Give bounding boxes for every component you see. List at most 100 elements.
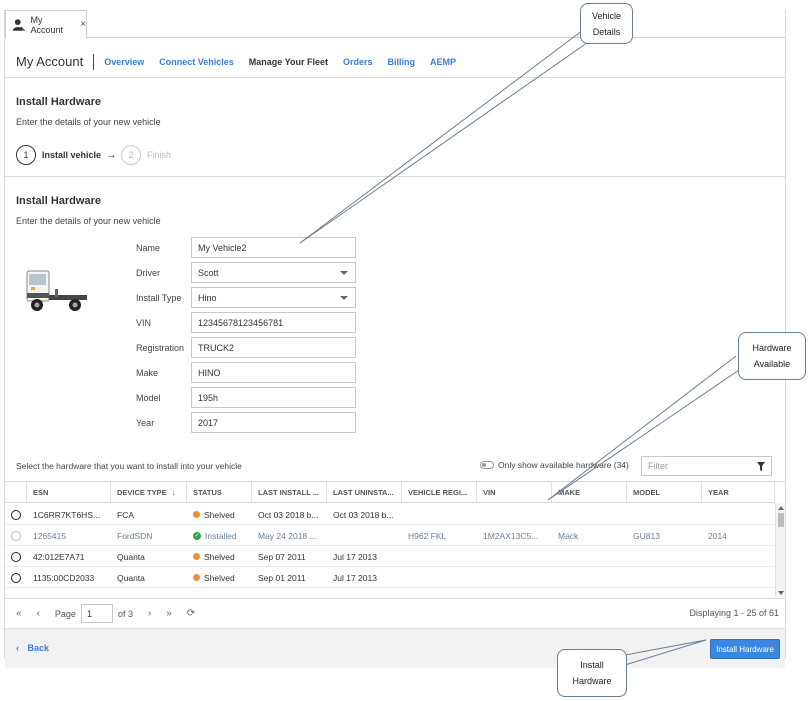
page-count: of 3 [117, 608, 133, 619]
name-label: Name [136, 242, 161, 253]
scrollbar-thumb[interactable] [778, 513, 784, 527]
header-model[interactable]: MODEL [627, 482, 702, 503]
table-row[interactable]: 1C6RR7KT6HS... FCA Shelved Oct 03 2018 b… [5, 504, 775, 525]
form-row-registration: Registration TRUCK2 [136, 337, 358, 358]
nav-manage-your-fleet[interactable]: Manage Your Fleet [249, 57, 328, 67]
cell-esn: 42:012E7A71 [33, 551, 85, 562]
install-type-value: Hino [198, 292, 217, 303]
header-status[interactable]: STATUS [187, 482, 252, 503]
cell-vin [477, 546, 552, 567]
page-title: My Account [16, 54, 95, 70]
grid-scrollbar[interactable] [775, 503, 785, 597]
prev-page-icon[interactable]: ‹ [37, 608, 40, 619]
cell-year [702, 567, 775, 588]
cell-last-install: Sep 07 2011 [258, 551, 306, 562]
close-icon[interactable]: × [80, 19, 86, 30]
header-year[interactable]: YEAR [702, 482, 775, 503]
header-select [5, 482, 27, 503]
nav-overview[interactable]: Overview [104, 57, 144, 67]
cell-registration [402, 567, 477, 588]
callout-hardware-line1: Hardware [752, 343, 792, 353]
cell-vin [477, 567, 552, 588]
check-circle-icon: ✓ [193, 531, 201, 540]
table-row[interactable]: 42:012E7A71 Quanta Shelved Sep 07 2011 J… [5, 546, 775, 567]
tab-my-account[interactable]: My Account × [5, 10, 87, 39]
table-row[interactable]: 1265415 FordSDN ✓ Installed May 24 2018 .… [5, 525, 775, 546]
status-text: Shelved [204, 551, 235, 562]
first-page-icon[interactable]: « [16, 608, 22, 619]
cell-status: Shelved [187, 567, 252, 588]
scroll-down-icon[interactable] [778, 591, 784, 595]
scroll-up-icon[interactable] [778, 506, 784, 510]
model-input[interactable]: 195h [191, 387, 356, 408]
name-input[interactable]: My Vehicle2 [191, 237, 356, 258]
cell-last-install: Sep 01 2011 [258, 572, 306, 583]
tab-label: My Account [30, 14, 63, 35]
cell-make [552, 546, 627, 567]
cell-esn: 1135:00CD2033 [33, 572, 95, 583]
cell-device-type: FCA [117, 509, 134, 520]
refresh-icon[interactable]: ⟳ [187, 608, 195, 619]
year-input[interactable]: 2017 [191, 412, 356, 433]
header-esn[interactable]: ESN [27, 482, 111, 503]
radio-button[interactable] [11, 572, 21, 583]
wizard-stepper: 1 Install vehicle → 2 Finish [16, 144, 171, 166]
registration-input[interactable]: TRUCK2 [191, 337, 356, 358]
cell-make [552, 504, 627, 525]
header-last-install[interactable]: LAST INSTALL ... [252, 482, 327, 503]
header-last-uninstall[interactable]: LAST UNINSTA... [327, 482, 402, 503]
radio-button[interactable] [11, 551, 21, 562]
vin-input[interactable]: 12345678123456781 [191, 312, 356, 333]
toggle-label: Only show available hardware (34) [498, 460, 629, 470]
header-device-type[interactable]: DEVICE TYPE ↓ [111, 482, 187, 503]
cell-device-type: FordSDN [117, 530, 153, 541]
cell-last-uninstall: Jul 17 2013 [333, 551, 377, 562]
user-icon [12, 18, 25, 31]
header-make[interactable]: MAKE [552, 482, 627, 503]
toggle-switch[interactable] [480, 461, 494, 469]
shelved-dot-icon [193, 553, 200, 560]
back-link[interactable]: ‹ Back [16, 643, 49, 653]
app-window: My Account × My Account Overview Connect… [4, 10, 786, 668]
header-vin[interactable]: VIN [477, 482, 552, 503]
radio-button[interactable] [11, 509, 21, 520]
nav-aemp[interactable]: AEMP [430, 57, 456, 67]
year-label: Year [136, 417, 155, 428]
driver-value: Scott [198, 267, 219, 278]
form-row-install-type: Install Type Hino [136, 287, 358, 308]
filter-placeholder: Filter [648, 461, 668, 471]
tab-strip: My Account × [5, 10, 785, 39]
cell-status: Shelved [187, 504, 252, 525]
back-label: Back [27, 643, 50, 653]
cell-make [552, 567, 627, 588]
callout-hardware-line2: Available [753, 359, 791, 369]
table-row[interactable]: 1135:00CD2033 Quanta Shelved Sep 01 2011… [5, 567, 775, 588]
cell-registration [402, 504, 477, 525]
nav-orders[interactable]: Orders [343, 57, 373, 67]
callout-hardware-available: Hardware Available [738, 332, 806, 380]
next-page-icon[interactable]: › [148, 608, 151, 619]
header-vehicle-registration[interactable]: VEHICLE REGI... [402, 482, 477, 503]
registration-label: Registration [136, 342, 185, 353]
nav-billing[interactable]: Billing [387, 57, 415, 67]
install-hardware-button[interactable]: Install Hardware [710, 639, 780, 659]
install-type-select[interactable]: Hino [191, 287, 356, 308]
form-row-year: Year 2017 [136, 412, 358, 433]
callout-vehicle-details: Vehicle Details [580, 3, 633, 44]
available-hardware-toggle[interactable]: Only show available hardware (34) [480, 460, 629, 470]
make-label: Make [136, 367, 159, 378]
filter-icon[interactable] [757, 462, 765, 471]
make-input[interactable]: HINO [191, 362, 356, 383]
top-nav: My Account Overview Connect Vehicles Man… [5, 48, 785, 76]
callout-install-hardware: Install Hardware [557, 649, 627, 697]
page-number-input[interactable]: 1 [80, 604, 113, 623]
arrow-right-icon: → [106, 149, 118, 161]
row-select-cell [5, 504, 27, 525]
nav-connect-vehicles[interactable]: Connect Vehicles [159, 57, 234, 67]
filter-input[interactable]: Filter [641, 456, 772, 476]
driver-select[interactable]: Scott [191, 262, 356, 283]
cell-device-type: Quanta [117, 572, 145, 583]
model-label: Model [136, 392, 161, 403]
radio-button[interactable] [11, 530, 21, 541]
last-page-icon[interactable]: » [166, 608, 172, 619]
